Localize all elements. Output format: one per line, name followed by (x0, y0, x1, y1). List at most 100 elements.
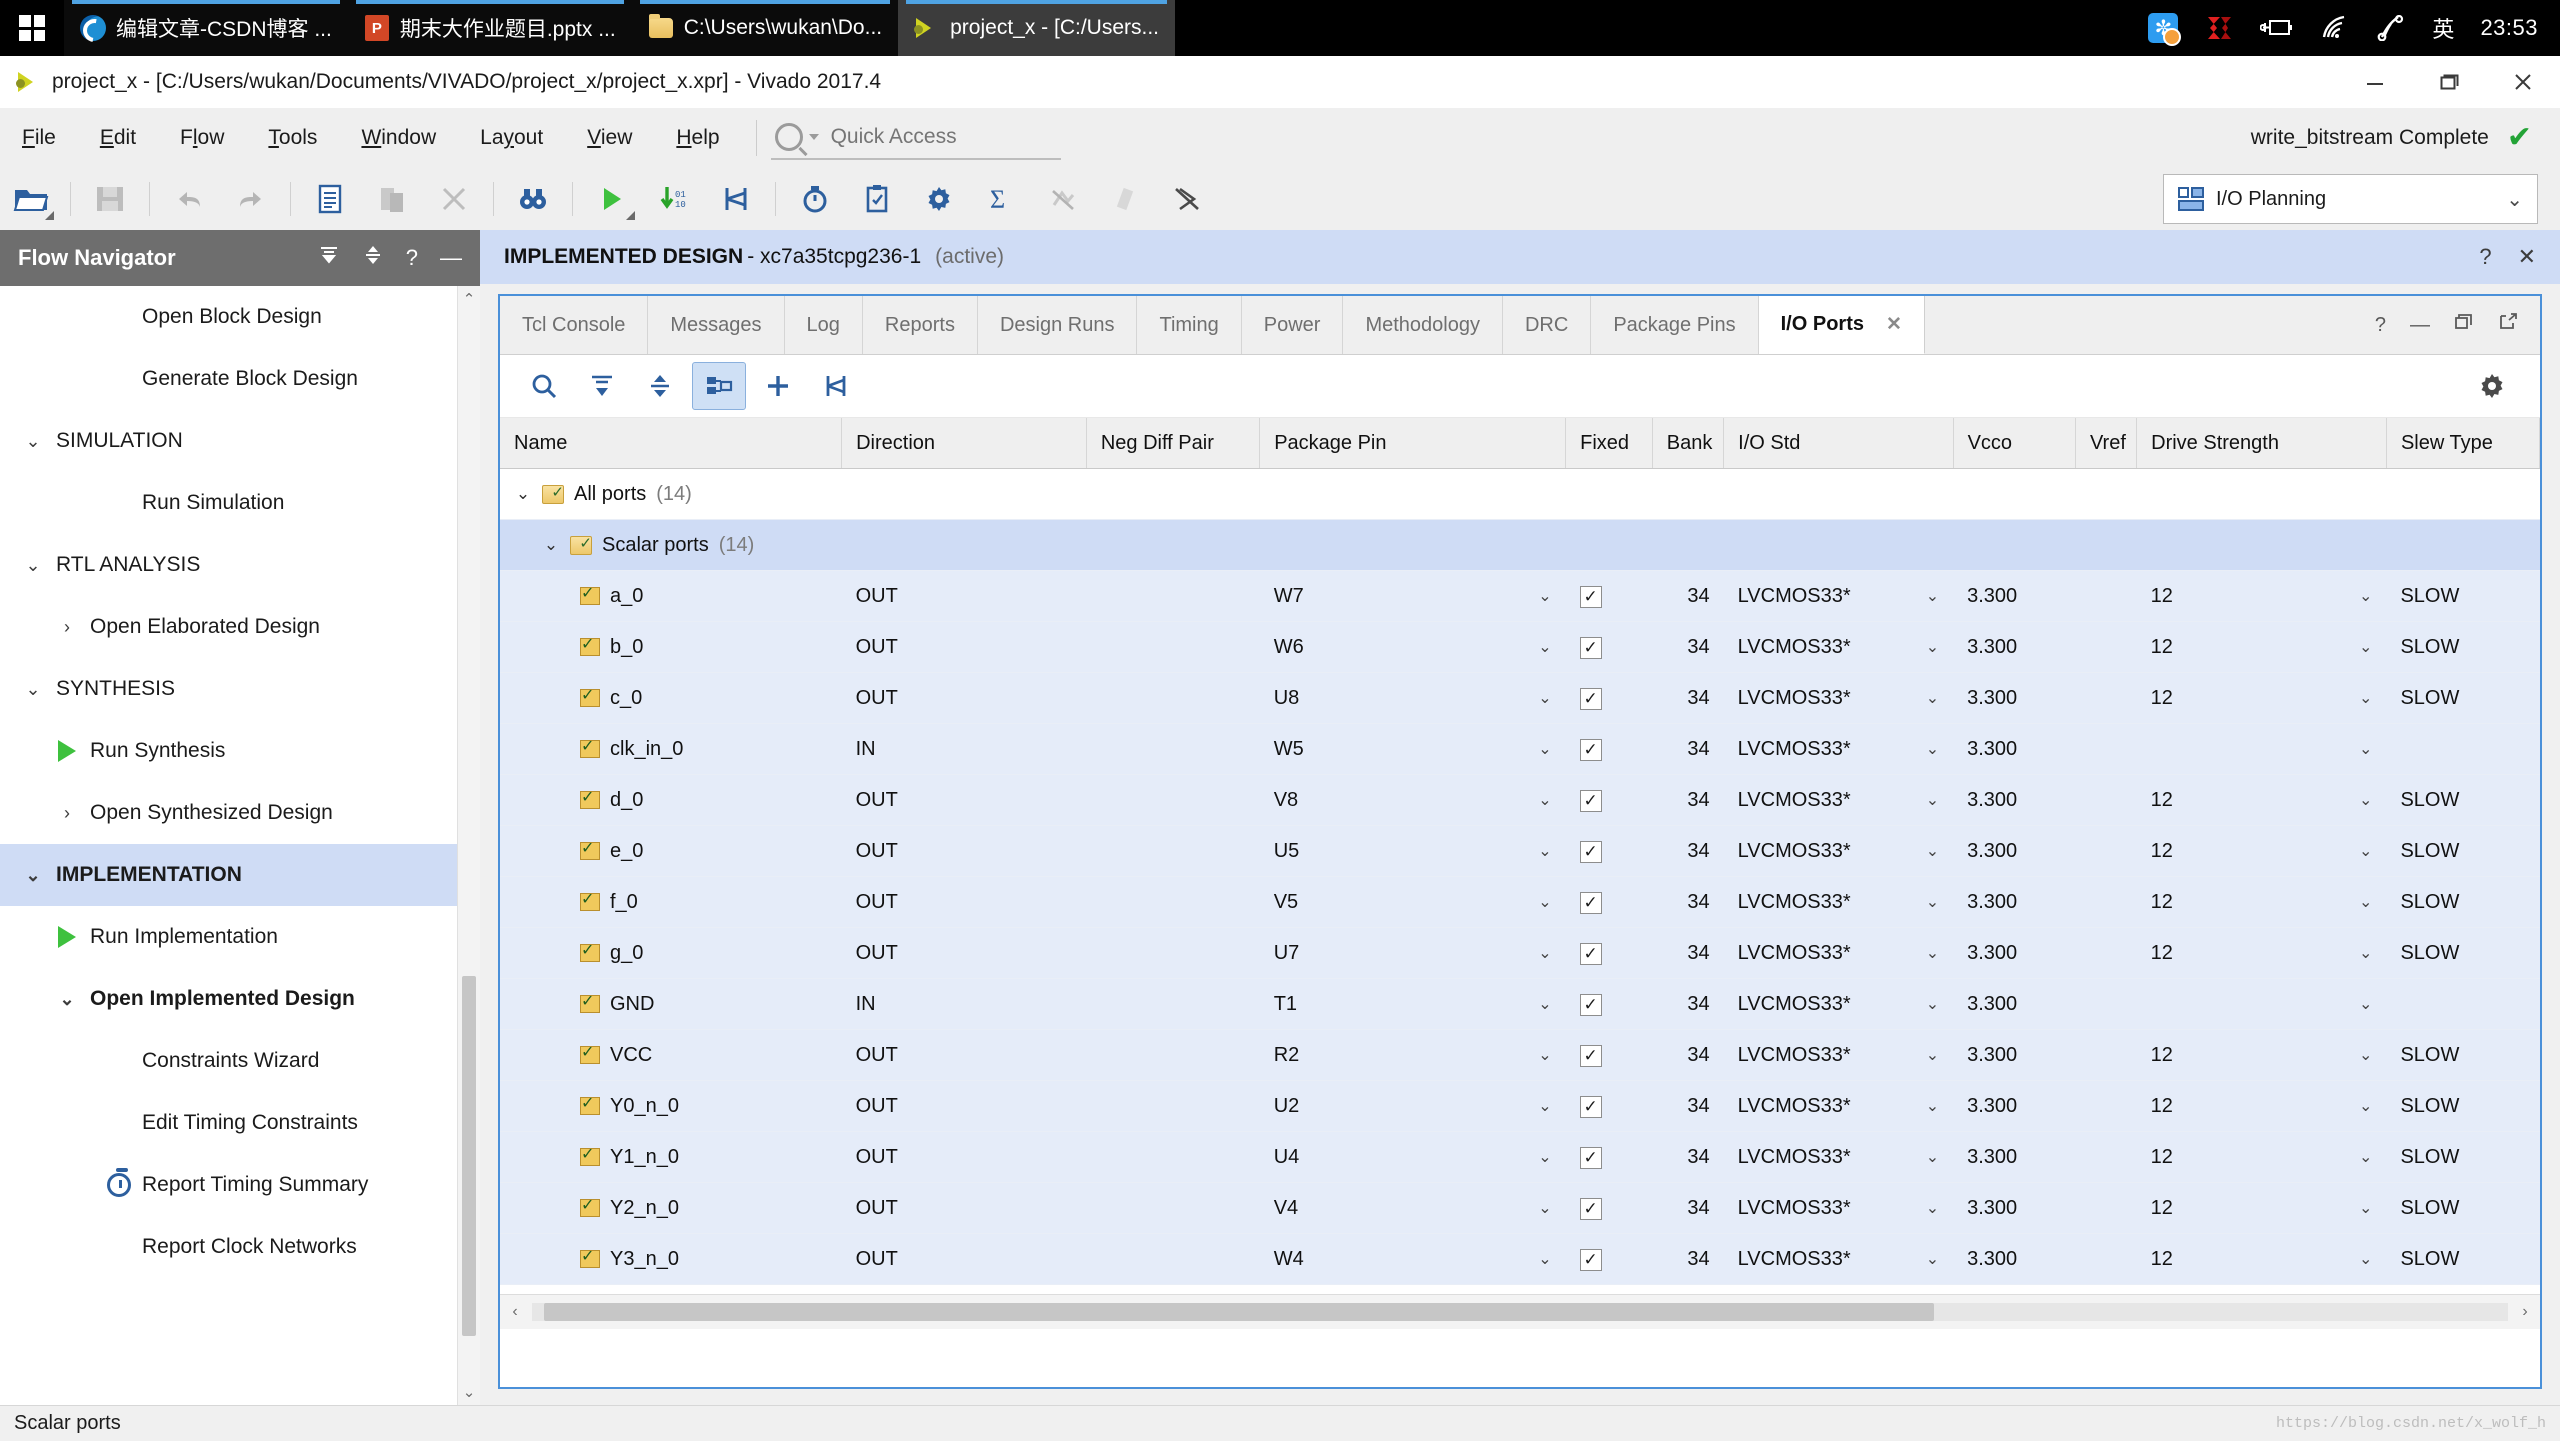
table-row[interactable]: Y3_n_0 OUT W4 ⌄ ✓ 34 LVCMOS33* ⌄ 3.300 12 ⌄ SLOW (500, 1233, 2540, 1285)
chevron-down-icon[interactable]: ⌄ (2359, 892, 2372, 912)
port-checked-icon[interactable] (580, 634, 600, 656)
chevron-down-icon[interactable]: ⌄ (542, 535, 560, 555)
cell-io-std[interactable]: LVCMOS33* ⌄ (1723, 1029, 1954, 1081)
table-row[interactable]: VCC OUT R2 ⌄ ✓ 34 LVCMOS33* ⌄ 3.300 12 ⌄ SLOW (500, 1029, 2540, 1081)
cell-io-std[interactable]: LVCMOS33* ⌄ (1723, 1182, 1954, 1234)
paste-icon[interactable] (361, 170, 423, 228)
layout-selector[interactable]: I/O Planning ⌄ (2163, 174, 2538, 224)
flow-nav-item-simulation[interactable]: ⌄ SIMULATION (0, 410, 480, 472)
fixed-checkbox[interactable]: ✓ (1579, 891, 1602, 914)
chevron-down-icon[interactable]: ⌄ (1538, 1249, 1551, 1269)
flow-nav-item-edit-timing-constraints[interactable]: Edit Timing Constraints (0, 1092, 480, 1154)
chevron-down-icon[interactable]: ⌄ (1926, 586, 1939, 606)
chevron-down-icon[interactable]: ⌄ (1538, 1147, 1551, 1167)
scroll-thumb[interactable] (462, 976, 476, 1336)
port-checked-icon[interactable] (580, 1042, 600, 1064)
folder-checked-icon[interactable] (570, 534, 592, 555)
cell-io-std[interactable]: LVCMOS33* ⌄ (1723, 621, 1954, 673)
xilinx-tray-icon[interactable] (2204, 14, 2234, 42)
delete-icon[interactable] (423, 170, 485, 228)
search-icon[interactable] (518, 363, 570, 409)
collapse-all-icon[interactable] (576, 363, 628, 409)
save-icon[interactable] (79, 170, 141, 228)
chevron-down-icon[interactable]: ⌄ (1538, 943, 1551, 963)
table-row[interactable]: e_0 OUT U5 ⌄ ✓ 34 LVCMOS33* ⌄ 3.300 12 ⌄ SLOW (500, 825, 2540, 877)
port-checked-icon[interactable] (580, 736, 600, 758)
chevron-down-icon[interactable]: ⌄ (1538, 739, 1551, 759)
cell-fixed[interactable]: ✓ (1565, 621, 1653, 673)
table-row[interactable]: d_0 OUT V8 ⌄ ✓ 34 LVCMOS33* ⌄ 3.300 12 ⌄ SLOW (500, 774, 2540, 826)
group-icon[interactable] (810, 363, 862, 409)
cell-package-pin[interactable]: W7 ⌄ (1259, 570, 1566, 622)
help-icon[interactable]: ? (2479, 244, 2491, 270)
chevron-down-icon[interactable]: ⌄ (18, 679, 48, 700)
sound-icon[interactable] (2376, 15, 2406, 41)
cell-package-pin[interactable]: W4 ⌄ (1259, 1233, 1566, 1285)
flow-nav-item-run-simulation[interactable]: Run Simulation (0, 472, 480, 534)
cell-io-std[interactable]: LVCMOS33* ⌄ (1723, 1080, 1954, 1132)
cell-fixed[interactable]: ✓ (1565, 825, 1653, 877)
fixed-checkbox[interactable]: ✓ (1579, 585, 1602, 608)
tab-design-runs[interactable]: Design Runs (978, 296, 1138, 354)
cell-package-pin[interactable]: U4 ⌄ (1259, 1131, 1566, 1183)
flow-nav-item-synthesis[interactable]: ⌄ SYNTHESIS (0, 658, 480, 720)
menu-edit[interactable]: Edit (78, 108, 158, 168)
chevron-down-icon[interactable]: ⌄ (1926, 688, 1939, 708)
cell-package-pin[interactable]: U2 ⌄ (1259, 1080, 1566, 1132)
table-row[interactable]: Y1_n_0 OUT U4 ⌄ ✓ 34 LVCMOS33* ⌄ 3.300 12 ⌄ SLOW (500, 1131, 2540, 1183)
chevron-down-icon[interactable]: ⌄ (2359, 841, 2372, 861)
flow-nav-item-open-elaborated-design[interactable]: › Open Elaborated Design (0, 596, 480, 658)
cell-drive-strength[interactable]: ⌄ (2136, 723, 2387, 775)
cell-drive-strength[interactable]: 12 ⌄ (2136, 672, 2387, 724)
fixed-checkbox[interactable]: ✓ (1579, 1197, 1602, 1220)
cell-drive-strength[interactable]: 12 ⌄ (2136, 621, 2387, 673)
restore-icon[interactable] (2454, 313, 2474, 337)
cell-fixed[interactable]: ✓ (1565, 672, 1653, 724)
cell-fixed[interactable]: ✓ (1565, 927, 1653, 979)
start-button[interactable] (0, 0, 64, 56)
cell-drive-strength[interactable]: 12 ⌄ (2136, 1182, 2387, 1234)
chevron-down-icon[interactable]: ⌄ (2359, 994, 2372, 1014)
redo-icon[interactable] (220, 170, 282, 228)
cell-package-pin[interactable]: U7 ⌄ (1259, 927, 1566, 979)
tab-timing[interactable]: Timing (1137, 296, 1242, 354)
taskbar-clock[interactable]: 23:53 (2480, 15, 2538, 41)
chevron-down-icon[interactable]: ⌄ (1538, 790, 1551, 810)
cell-fixed[interactable]: ✓ (1565, 876, 1653, 928)
flow-nav-item-run-synthesis[interactable]: Run Synthesis (0, 720, 480, 782)
wifi-icon[interactable] (2320, 15, 2350, 41)
cell-io-std[interactable]: LVCMOS33* ⌄ (1723, 1131, 1954, 1183)
flow-nav-item-report-timing-summary[interactable]: Report Timing Summary (0, 1154, 480, 1216)
cell-drive-strength[interactable]: 12 ⌄ (2136, 570, 2387, 622)
close-button[interactable] (2486, 56, 2560, 108)
chevron-down-icon[interactable]: ⌄ (2359, 1096, 2372, 1116)
chevron-down-icon[interactable]: ⌄ (18, 555, 48, 576)
cell-fixed[interactable]: ✓ (1565, 1131, 1653, 1183)
chevron-down-icon[interactable]: ⌄ (1926, 1147, 1939, 1167)
cell-fixed[interactable]: ✓ (1565, 1182, 1653, 1234)
port-checked-icon[interactable] (580, 787, 600, 809)
cell-drive-strength[interactable]: ⌄ (2136, 978, 2387, 1030)
flow-nav-item-open-synthesized-design[interactable]: › Open Synthesized Design (0, 782, 480, 844)
run-icon[interactable] (581, 170, 643, 228)
cell-package-pin[interactable]: U5 ⌄ (1259, 825, 1566, 877)
chevron-down-icon[interactable]: ⌄ (18, 431, 48, 452)
maximize-button[interactable] (2412, 56, 2486, 108)
tab-reports[interactable]: Reports (863, 296, 978, 354)
menu-tools[interactable]: Tools (246, 108, 339, 168)
cell-package-pin[interactable]: V8 ⌄ (1259, 774, 1566, 826)
chevron-down-icon[interactable]: ⌄ (2359, 586, 2372, 606)
cell-fixed[interactable]: ✓ (1565, 1029, 1653, 1081)
report-drc-icon[interactable] (846, 170, 908, 228)
table-row[interactable]: a_0 OUT W7 ⌄ ✓ 34 LVCMOS33* ⌄ 3.300 12 ⌄ SLOW (500, 570, 2540, 622)
table-row[interactable]: Y2_n_0 OUT V4 ⌄ ✓ 34 LVCMOS33* ⌄ 3.300 12 ⌄ SLOW (500, 1182, 2540, 1234)
column-header-direction[interactable]: Direction (841, 418, 1087, 469)
cell-package-pin[interactable]: W5 ⌄ (1259, 723, 1566, 775)
menu-view[interactable]: View (565, 108, 654, 168)
flow-nav-item-open-block-design[interactable]: Open Block Design (0, 286, 480, 348)
taskbar-item-0[interactable]: 编辑文章-CSDN博客 ... (64, 0, 348, 56)
chevron-down-icon[interactable]: ⌄ (2359, 688, 2372, 708)
tab-i-o-ports[interactable]: I/O Ports ✕ (1758, 296, 1925, 354)
chevron-down-icon[interactable]: ⌄ (1926, 1096, 1939, 1116)
cell-io-std[interactable]: LVCMOS33* ⌄ (1723, 825, 1954, 877)
